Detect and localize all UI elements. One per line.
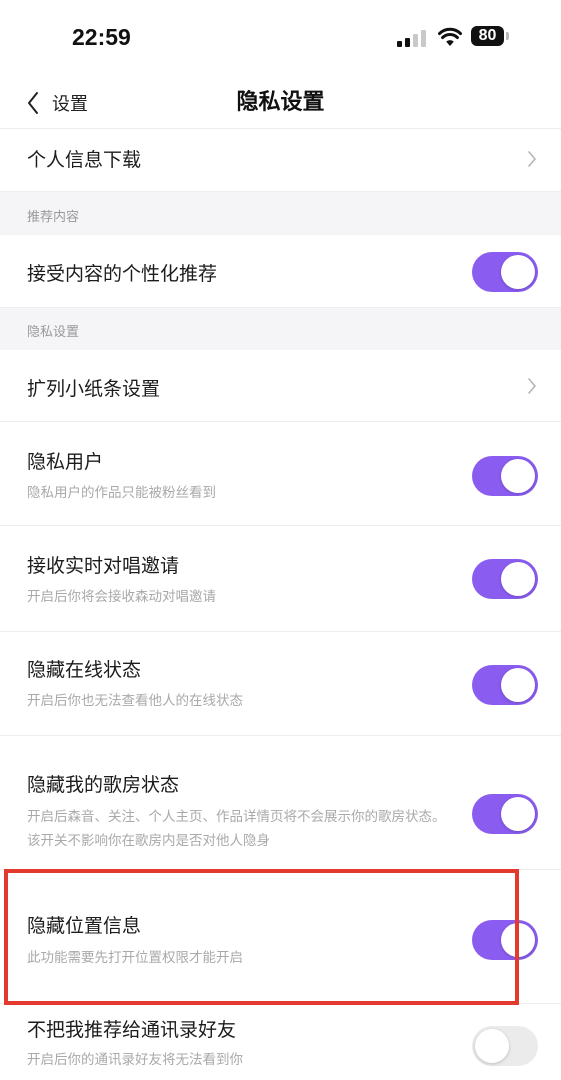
row-private-user: 隐私用户 隐私用户的作品只能被粉丝看到 <box>0 422 561 526</box>
row-note-settings[interactable]: 扩列小纸条设置 <box>0 350 561 422</box>
row-title: 隐藏位置信息 <box>27 915 142 937</box>
toggle-knob <box>501 668 535 702</box>
row-hide-room-status: 隐藏我的歌房状态 开启后森音、关注、个人主页、作品详情页将不会展示你的歌房状态。… <box>0 736 561 870</box>
row-title: 隐藏在线状态 <box>27 659 142 681</box>
battery-icon: 80 <box>471 26 511 48</box>
row-subtitle: 开启后森音、关注、个人主页、作品详情页将不会展示你的歌房状态。该开关不影响你在歌… <box>27 809 446 849</box>
wifi-icon <box>438 27 462 46</box>
row-title: 扩列小纸条设置 <box>27 378 161 400</box>
toggle-contacts-recommend[interactable] <box>472 1026 538 1066</box>
toggle-knob <box>501 459 535 493</box>
toggle-knob <box>501 923 535 957</box>
row-subtitle: 开启后你也无法查看他人的在线状态 <box>27 693 243 709</box>
section-header-privacy: 隐私设置 <box>0 308 561 350</box>
toggle-knob <box>501 797 535 831</box>
row-personalized-recommend: 接受内容的个性化推荐 <box>0 235 561 308</box>
section-label: 推荐内容 <box>27 210 80 225</box>
row-realtime-duet: 接收实时对唱邀请 开启后你将会接收森动对唱邀请 <box>0 526 561 632</box>
row-subtitle: 此功能需要先打开位置权限才能开启 <box>27 950 243 966</box>
row-title: 接受内容的个性化推荐 <box>27 263 218 285</box>
row-subtitle: 开启后你将会接收森动对唱邀请 <box>27 589 216 605</box>
status-bar: 22:59 80 <box>0 0 561 78</box>
row-hide-location: 隐藏位置信息 此功能需要先打开位置权限才能开启 <box>0 870 561 1004</box>
toggle-knob <box>501 255 535 289</box>
section-label: 隐私设置 <box>27 325 80 340</box>
toggle-personalized-recommend[interactable] <box>472 252 538 292</box>
battery-level: 80 <box>471 26 504 46</box>
row-title: 隐私用户 <box>27 451 104 473</box>
row-title: 隐藏我的歌房状态 <box>27 774 180 796</box>
row-title: 接收实时对唱邀请 <box>27 555 180 577</box>
toggle-knob <box>501 562 535 596</box>
status-time: 22:59 <box>72 24 131 50</box>
navigation-bar: 设置 隐私设置 <box>0 78 561 129</box>
toggle-hide-location[interactable] <box>472 920 538 960</box>
cellular-signal-icon <box>397 30 427 47</box>
chevron-right-icon <box>528 378 537 394</box>
row-personal-info-download[interactable]: 个人信息下载 <box>0 129 561 192</box>
row-subtitle: 隐私用户的作品只能被粉丝看到 <box>27 485 216 501</box>
toggle-knob <box>475 1029 509 1063</box>
row-hide-online: 隐藏在线状态 开启后你也无法查看他人的在线状态 <box>0 632 561 736</box>
row-subtitle: 开启后你的通讯录好友将无法看到你 <box>27 1052 243 1068</box>
toggle-hide-online[interactable] <box>472 665 538 705</box>
section-header-recommend: 推荐内容 <box>0 192 561 235</box>
toggle-hide-room-status[interactable] <box>472 794 538 834</box>
chevron-right-icon <box>528 151 537 167</box>
row-title: 不把我推荐给通讯录好友 <box>27 1019 237 1041</box>
row-title: 个人信息下载 <box>27 149 142 171</box>
row-contacts-recommend: 不把我推荐给通讯录好友 开启后你的通讯录好友将无法看到你 <box>0 1004 561 1080</box>
page-title: 隐私设置 <box>236 90 325 115</box>
toggle-private-user[interactable] <box>472 456 538 496</box>
toggle-realtime-duet[interactable] <box>472 559 538 599</box>
